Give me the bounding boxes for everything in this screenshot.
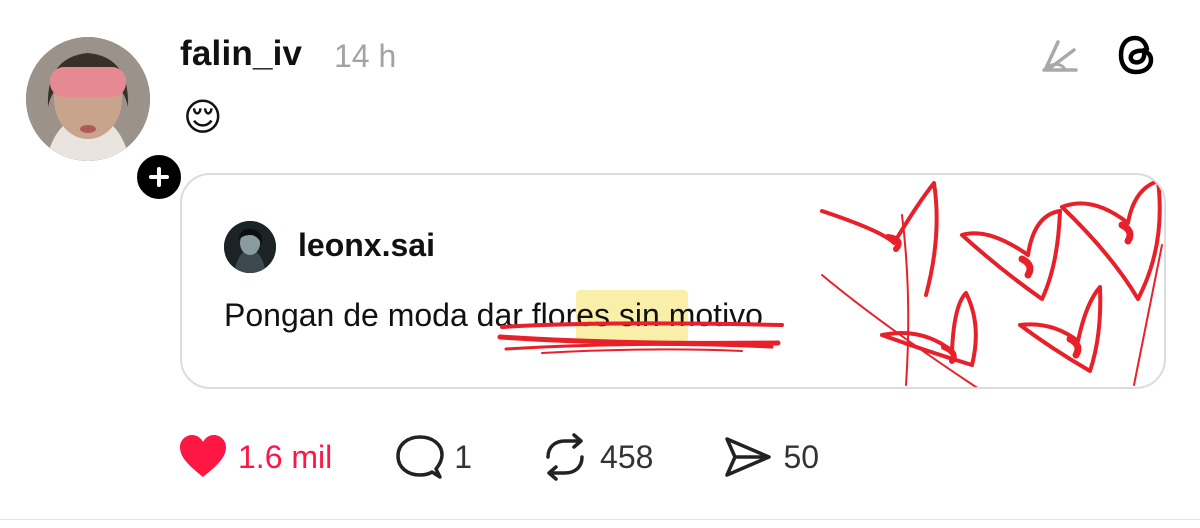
draw-icon[interactable]: [1038, 32, 1084, 78]
post-timestamp: 14 h: [334, 38, 397, 74]
share-count: 50: [783, 439, 820, 475]
red-heart-scribbles: [497, 179, 1163, 387]
post-divider: [0, 519, 1200, 520]
quoted-post-card[interactable]: leonx.sai Pongan de moda dar flores sin …: [180, 173, 1166, 389]
share-button[interactable]: 50: [723, 433, 819, 481]
threads-logo-icon[interactable]: [1114, 32, 1160, 78]
plus-icon: [149, 167, 169, 187]
top-right-icons: [1038, 32, 1160, 78]
follow-plus-button[interactable]: [132, 150, 186, 204]
quoted-author-avatar[interactable]: [224, 221, 276, 273]
repost-arrows-icon: [546, 433, 584, 481]
post-card: falin_iv 14 h 😌 leonx.sai Pongan de moda…: [0, 0, 1200, 528]
like-button[interactable]: 1.6 mil: [178, 433, 332, 481]
repost-button[interactable]: 458: [540, 433, 653, 481]
like-count: 1.6 mil: [238, 439, 333, 475]
post-body-emoji: 😌: [183, 97, 223, 139]
author-avatar[interactable]: [26, 37, 150, 161]
paper-plane-icon: [725, 437, 772, 477]
post-action-bar: 1.6 mil 1 458 50: [178, 433, 819, 481]
heart-filled-icon: [180, 435, 226, 477]
author-username[interactable]: falin_iv: [180, 34, 302, 74]
author-avatar-wrapper[interactable]: [26, 37, 186, 204]
reply-count: 1: [454, 439, 473, 475]
quoted-post-text: Pongan de moda dar flores sin motivo: [224, 297, 763, 333]
repost-count: 458: [600, 439, 654, 475]
speech-bubble-icon: [396, 435, 444, 479]
reply-button[interactable]: 1: [394, 433, 472, 481]
quoted-author-username[interactable]: leonx.sai: [298, 227, 435, 264]
